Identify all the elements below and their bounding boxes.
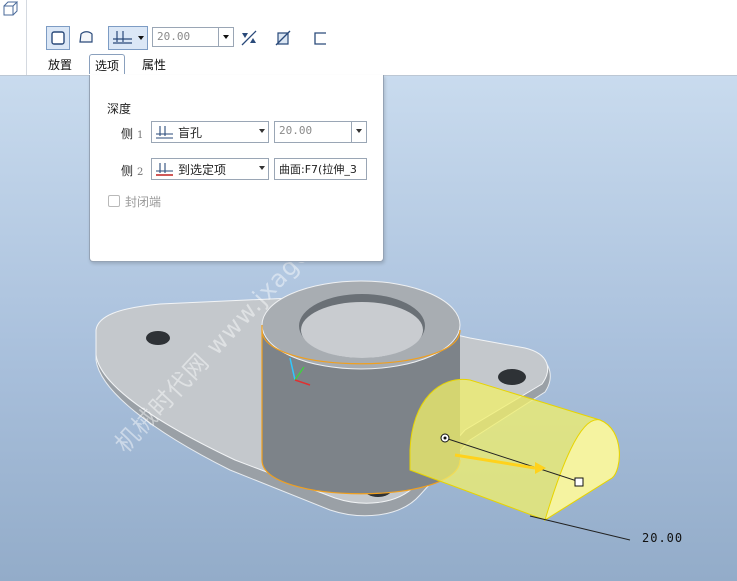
tab-properties[interactable]: 属性 <box>137 54 171 74</box>
flip-direction-button[interactable] <box>237 26 261 50</box>
side1-depth-type-select[interactable]: 盲孔 <box>151 121 269 143</box>
side1-label: 侧1 <box>121 127 144 141</box>
thicken-icon <box>314 32 326 45</box>
thicken-sketch-button[interactable] <box>308 26 332 50</box>
depth-value-field[interactable]: 20.00 <box>152 27 234 47</box>
base-hole-left <box>146 331 170 345</box>
blind-depth-icon <box>113 31 132 44</box>
checkbox-icon <box>108 195 120 207</box>
extrude-dashboard: 20.00 放置 选项 属性 <box>0 0 737 76</box>
remove-material-button[interactable] <box>271 26 295 50</box>
depth-heading: 深度 <box>107 102 132 116</box>
options-panel: 深度 侧1 盲孔 20.00 侧2 到选定项 曲面:F7(拉伸_3 封闭端 <box>89 75 384 262</box>
chevron-down-icon <box>259 129 265 133</box>
capped-ends-checkbox[interactable]: 封闭端 <box>108 193 161 210</box>
tab-options[interactable]: 选项 <box>89 54 126 74</box>
chevron-down-icon <box>259 166 265 170</box>
drag-handle-end[interactable] <box>574 477 584 487</box>
extrude-as-surface-button[interactable] <box>75 26 99 50</box>
base-hole-right <box>498 369 526 385</box>
side2-reference-field[interactable]: 曲面:F7(拉伸_3 <box>274 158 367 180</box>
flip-direction-icon <box>241 30 257 46</box>
side2-depth-type-select[interactable]: 到选定项 <box>151 158 269 180</box>
side1-depth-value-field[interactable]: 20.00 <box>274 121 367 143</box>
solid-icon <box>51 31 65 45</box>
side2-label: 侧2 <box>121 164 144 178</box>
remove-material-icon <box>275 30 291 46</box>
chevron-down-icon[interactable] <box>351 122 366 142</box>
boss-hole-inner <box>301 302 423 358</box>
depth-type-button[interactable] <box>108 26 148 50</box>
dimension-label[interactable]: 20.00 <box>642 531 683 545</box>
chevron-down-icon <box>138 36 144 40</box>
blind-depth-icon <box>156 126 173 139</box>
to-selected-icon <box>156 163 173 176</box>
extrude-feature-icon <box>3 1 18 16</box>
tab-placement[interactable]: 放置 <box>43 54 77 74</box>
surface-icon <box>79 31 93 43</box>
chevron-down-icon[interactable] <box>218 28 233 46</box>
extrude-as-solid-button[interactable] <box>46 26 70 50</box>
